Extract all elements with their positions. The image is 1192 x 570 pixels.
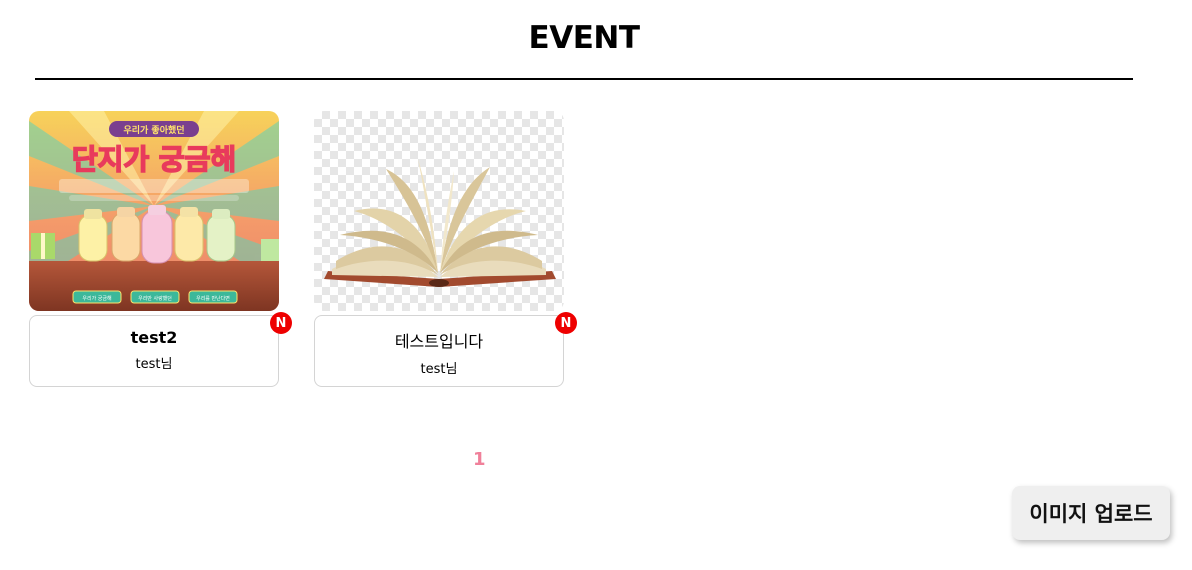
title-divider [35, 78, 1133, 80]
new-badge: N [555, 312, 577, 334]
svg-text:우리를 만난다면: 우리를 만난다면 [196, 295, 230, 302]
banner-large-heading: 단지가 궁금해 [72, 143, 236, 176]
banner-small-heading: 우리가 좋아했던 [123, 124, 184, 136]
page-number-current[interactable]: 1 [473, 449, 486, 470]
event-card[interactable]: 우리가 좋아했던 단지가 궁금해 우리가 궁금해 우리만 사랑했던 우리를 만난… [29, 111, 292, 387]
event-card[interactable]: 테스트입니다 test님 N [314, 111, 577, 387]
event-info[interactable]: 테스트입니다 test님 N [314, 312, 577, 387]
event-author: test님 [420, 362, 458, 377]
new-badge: N [270, 312, 292, 334]
event-title[interactable]: 테스트입니다 [315, 316, 563, 352]
event-info[interactable]: test2 test님 N [29, 312, 292, 387]
event-author: test님 [135, 357, 173, 372]
pagination: 1 [473, 449, 486, 470]
event-thumbnail-image[interactable] [314, 111, 564, 311]
svg-text:우리가 궁금해: 우리가 궁금해 [82, 295, 112, 302]
event-thumbnail-image[interactable]: 우리가 좋아했던 단지가 궁금해 우리가 궁금해 우리만 사랑했던 우리를 만난… [29, 111, 279, 311]
page-title: EVENT [528, 20, 640, 56]
svg-text:우리만 사랑했던: 우리만 사랑했던 [138, 295, 172, 302]
image-upload-button[interactable]: 이미지 업로드 [1012, 486, 1170, 540]
event-title[interactable]: test2 [30, 316, 278, 347]
